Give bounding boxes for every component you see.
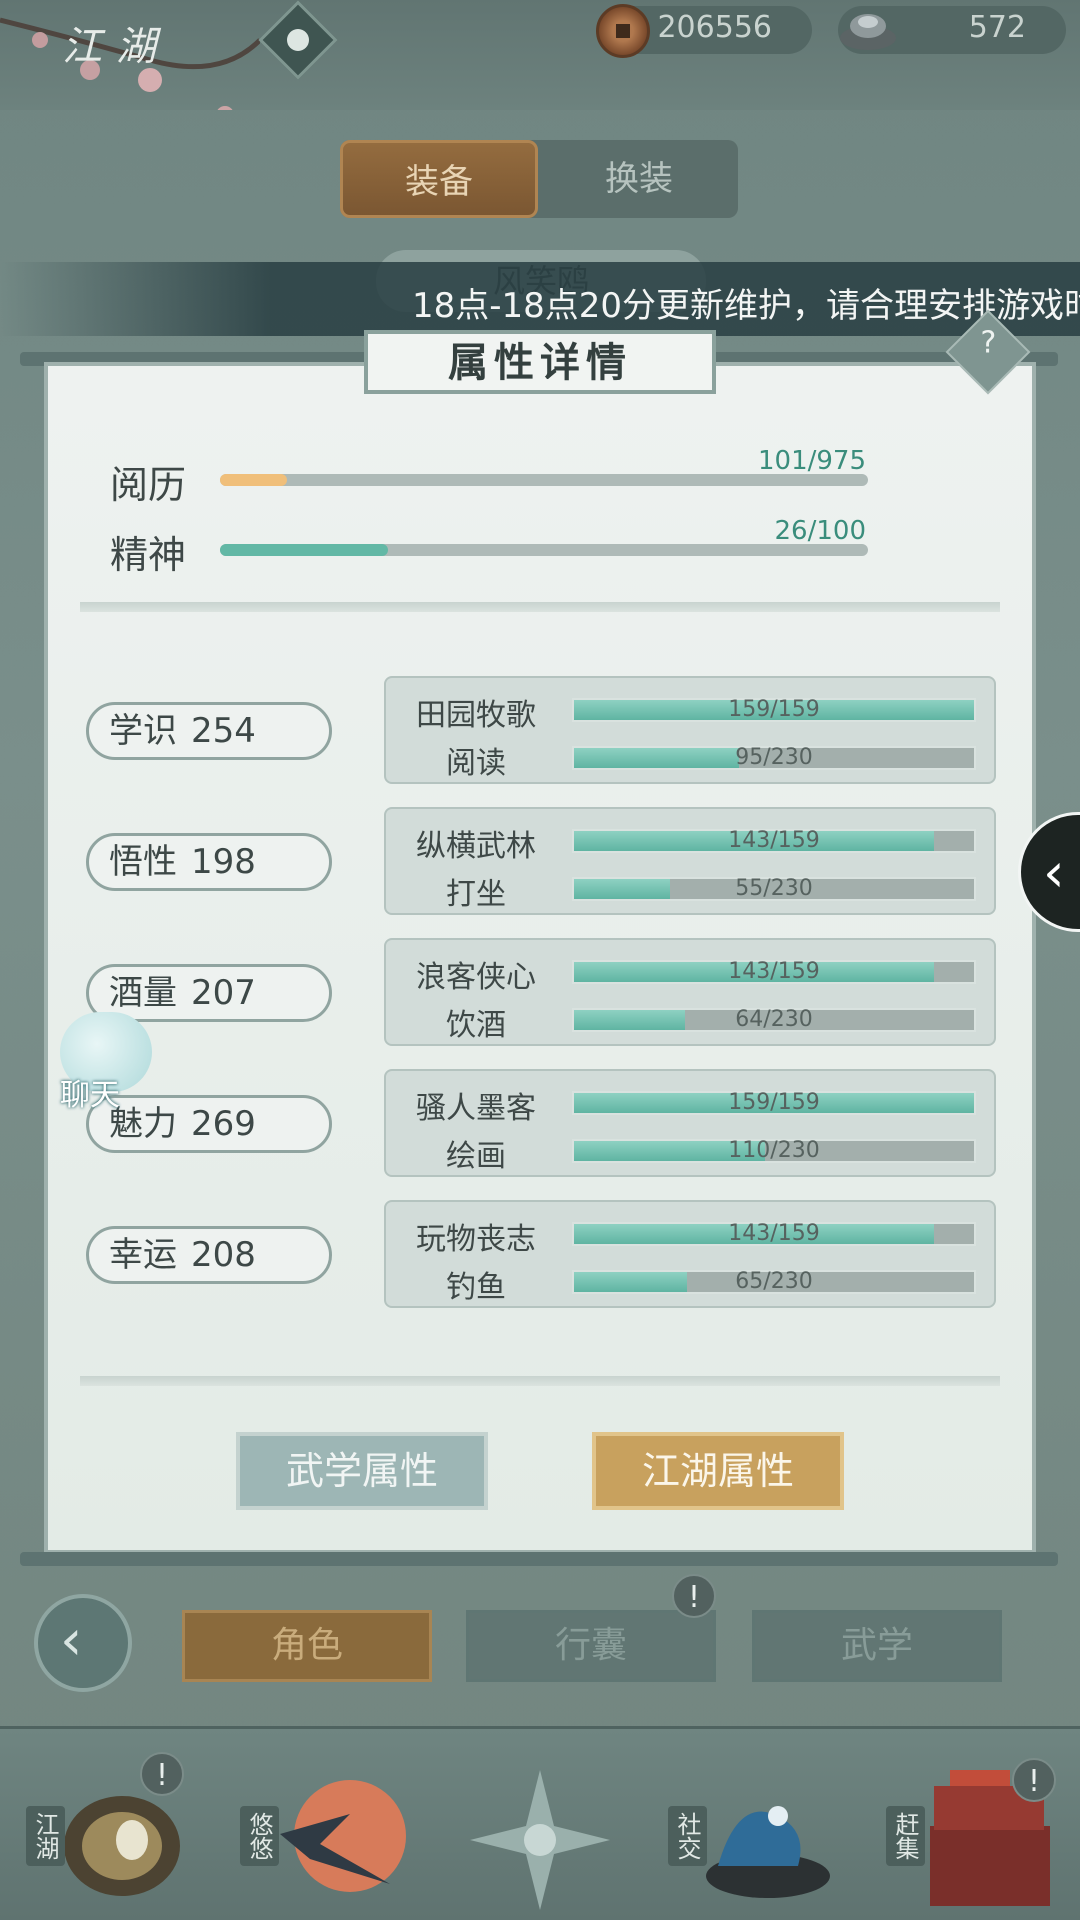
silver-ingot-value: 572 — [968, 10, 1026, 45]
jianghu-attributes-button[interactable]: 江湖属性 — [592, 1432, 844, 1510]
equipment-tabs: 装备 换装 — [340, 140, 738, 218]
skill-progress-value: 64/230 — [735, 1007, 813, 1032]
skill-progress-value: 143/159 — [728, 828, 820, 853]
skill-progress-value: 110/230 — [728, 1138, 820, 1163]
skill-progress-value: 95/230 — [735, 745, 813, 770]
attribute-pill: 学识 254 — [86, 702, 332, 760]
center-compass-icon[interactable] — [470, 1770, 610, 1910]
skill-progress-bar: 95/230 — [572, 745, 976, 770]
skill-group: 浪客侠心 143/159 饮酒 64/230 — [384, 938, 996, 1046]
silver-ingot-counter: 572 — [838, 6, 1066, 54]
tab-equipment[interactable]: 装备 — [340, 140, 538, 218]
divider-top — [80, 602, 1000, 612]
skill-progress-value: 159/159 — [728, 697, 820, 722]
spirit-bar-fill — [220, 544, 389, 556]
attribute-value: 254 — [191, 711, 256, 751]
skill-progress-bar: 110/230 — [572, 1138, 976, 1163]
chat-button[interactable]: 聊天 — [40, 1008, 160, 1113]
spirit-value: 26/100 — [774, 516, 866, 546]
skill-name: 阅读 — [446, 746, 506, 781]
copper-coin-icon — [596, 4, 650, 58]
skill-progress-bar: 55/230 — [572, 876, 976, 901]
skill-progress-bar: 143/159 — [572, 959, 976, 984]
spirit-bar — [220, 544, 868, 556]
skill-name: 饮酒 — [446, 1008, 506, 1043]
divider-bottom — [80, 1376, 1000, 1386]
skill-progress-bar: 159/159 — [572, 697, 976, 722]
skill-name: 钓鱼 — [446, 1270, 506, 1305]
attribute-pill: 幸运 208 — [86, 1226, 332, 1284]
skill-group: 玩物丧志 143/159 钓鱼 65/230 — [384, 1200, 996, 1308]
spirit-label: 精神 — [110, 533, 187, 577]
martial-attributes-button[interactable]: 武学属性 — [236, 1432, 488, 1510]
scroll-rod-bottom — [20, 1552, 1058, 1566]
nav-bag-button[interactable]: 行囊 — [466, 1610, 716, 1682]
attribute-value: 269 — [191, 1104, 256, 1144]
skill-progress-bar: 65/230 — [572, 1269, 976, 1294]
experience-value: 101/975 — [757, 446, 866, 476]
attribute-name: 悟性 — [109, 842, 177, 882]
skill-progress-value: 143/159 — [728, 1221, 820, 1246]
skill-name: 纵横武林 — [416, 829, 536, 864]
skill-progress-value: 159/159 — [728, 1090, 820, 1115]
chat-label: 聊天 — [60, 1078, 120, 1113]
skill-name: 打坐 — [446, 877, 506, 912]
swallow-moon-icon — [280, 1780, 406, 1892]
skill-progress-bar: 143/159 — [572, 828, 976, 853]
back-arrow-icon: ‹ — [60, 1608, 83, 1673]
skill-group: 纵横武林 143/159 打坐 55/230 — [384, 807, 996, 915]
dock-social[interactable]: 社交 — [664, 1756, 854, 1916]
tab-outfit[interactable]: 换装 — [540, 140, 738, 218]
attribute-value: 198 — [191, 842, 256, 882]
market-alert-icon: ! — [1012, 1758, 1056, 1802]
copper-coin-counter: 206556 — [596, 4, 812, 58]
skill-name: 田园牧歌 — [416, 698, 536, 733]
question-icon: ? — [980, 325, 997, 361]
experience-label: 阅历 — [110, 463, 187, 507]
chevron-left-icon: ‹ — [1043, 841, 1065, 904]
panel-title: 属性详情 — [364, 330, 716, 394]
skill-group: 田园牧歌 159/159 阅读 95/230 — [384, 676, 996, 784]
nav-martial-button[interactable]: 武学 — [752, 1610, 1002, 1682]
skill-progress-value: 143/159 — [728, 959, 820, 984]
silver-ingot-icon — [840, 14, 896, 50]
dock-label-social: 社交 — [668, 1806, 707, 1866]
jianghu-alert-icon: ! — [140, 1752, 184, 1796]
skill-group: 骚人墨客 159/159 绘画 110/230 — [384, 1069, 996, 1177]
skill-progress-value: 55/230 — [735, 876, 813, 901]
dock-label-market: 赶集 — [886, 1806, 925, 1866]
nav-role-button[interactable]: 角色 — [182, 1610, 432, 1682]
page-title: 江湖 — [62, 24, 170, 70]
skill-progress-bar: 64/230 — [572, 1007, 976, 1032]
skill-progress-value: 65/230 — [735, 1269, 813, 1294]
experience-bar-fill — [220, 474, 288, 486]
attribute-pill: 悟性 198 — [86, 833, 332, 891]
skill-name: 玩物丧志 — [416, 1222, 536, 1257]
copper-coin-value: 206556 — [657, 10, 772, 45]
skill-name: 绘画 — [446, 1139, 506, 1174]
skill-progress-bar: 143/159 — [572, 1221, 976, 1246]
experience-bar — [220, 474, 868, 486]
wave-icon — [706, 1806, 830, 1898]
back-button[interactable]: ‹ — [34, 1594, 132, 1692]
dock-label-youyou: 悠悠 — [240, 1806, 279, 1866]
attribute-value: 207 — [191, 973, 256, 1013]
attribute-name: 学识 — [109, 711, 177, 751]
bag-alert-icon: ! — [672, 1574, 716, 1618]
skill-progress-bar: 159/159 — [572, 1090, 976, 1115]
dock-youyou[interactable]: 悠悠 — [236, 1756, 426, 1916]
attribute-name: 酒量 — [109, 973, 177, 1013]
skill-name: 浪客侠心 — [416, 960, 536, 995]
skill-name: 骚人墨客 — [416, 1091, 536, 1126]
dock-label-jianghu: 江湖 — [26, 1806, 65, 1866]
bamboo-hat-icon — [64, 1796, 180, 1896]
attribute-name: 幸运 — [109, 1235, 177, 1275]
dock-jianghu[interactable]: 江湖 — [22, 1756, 212, 1916]
attribute-value: 208 — [191, 1235, 256, 1275]
